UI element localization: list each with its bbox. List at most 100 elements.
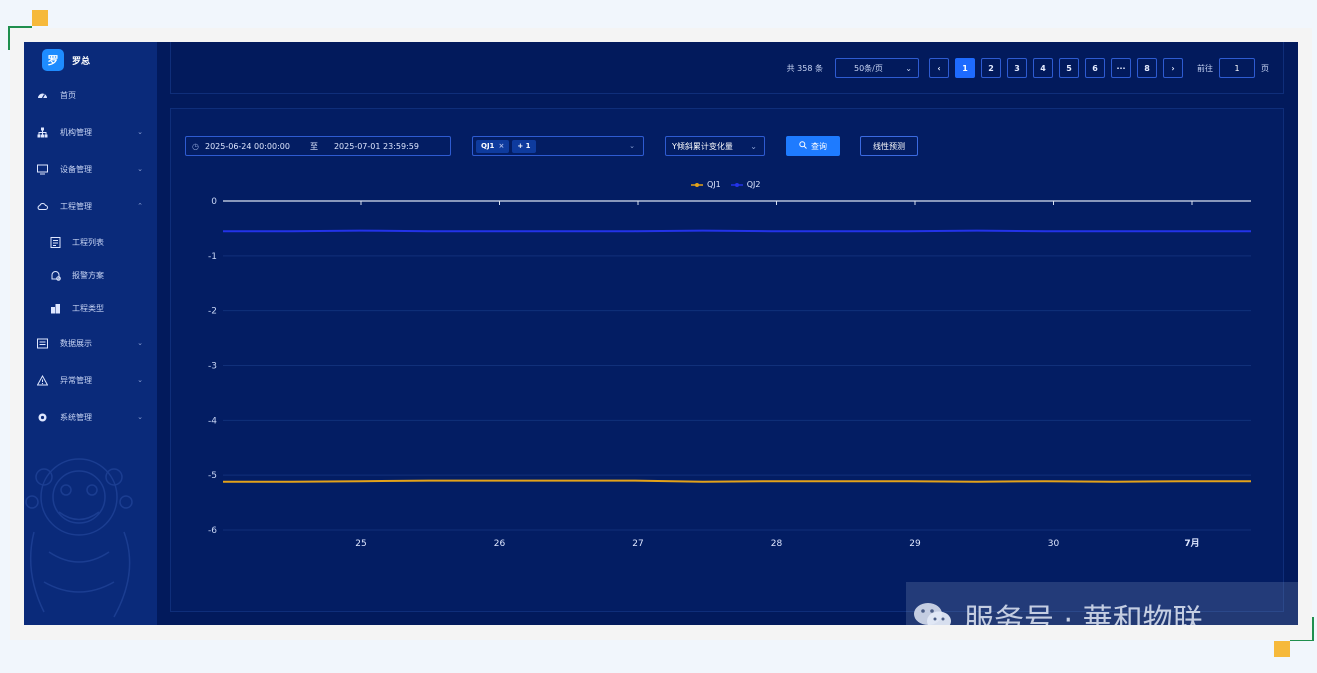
sidebar-item-projects[interactable]: 工程管理 ⌃ bbox=[24, 195, 157, 217]
pagination-panel: 共 358 条 50条/页 ⌄ ‹ 1 2 3 4 5 6 ··· 8 › 前往… bbox=[170, 42, 1284, 94]
x-tick-label: 25 bbox=[355, 539, 366, 549]
watermark-text: 服务号 · 華和物联 bbox=[964, 603, 1203, 625]
brand-logo-icon: 罗 bbox=[42, 49, 64, 71]
more-tags-badge: + 1 bbox=[512, 139, 536, 153]
query-button[interactable]: 查询 bbox=[786, 136, 840, 156]
sidebar-item-label: 设备管理 bbox=[60, 164, 92, 174]
start-time: 2025-06-24 00:00:00 bbox=[204, 141, 290, 151]
x-tick-label: 29 bbox=[909, 539, 921, 549]
chevron-down-icon: ⌄ bbox=[750, 141, 757, 151]
app-window: 罗 罗总 首页 机构管理 ⌄ 设备管理 ⌄ 工程管理 ⌃ 工程列表 报警方案 工… bbox=[24, 42, 1298, 625]
gear-icon bbox=[37, 412, 48, 423]
goto-page-input[interactable]: 1 bbox=[1219, 58, 1255, 78]
cloud-icon bbox=[37, 201, 48, 212]
metric-select[interactable]: Y倾斜累计变化量 ⌄ bbox=[665, 136, 765, 156]
chevron-down-icon: ⌄ bbox=[905, 63, 912, 73]
sidebar-item-system[interactable]: 系统管理 ⌄ bbox=[24, 406, 157, 428]
dashboard-icon bbox=[37, 90, 48, 101]
series-line-qj1 bbox=[223, 479, 1251, 483]
series-line-qj2 bbox=[223, 229, 1251, 233]
sidebar-item-label: 工程列表 bbox=[72, 237, 104, 247]
clock-icon: ◷ bbox=[192, 141, 199, 151]
sidebar-item-label: 报警方案 bbox=[72, 270, 104, 280]
alarm-icon bbox=[50, 270, 61, 281]
sidebar: 罗 罗总 首页 机构管理 ⌄ 设备管理 ⌄ 工程管理 ⌃ 工程列表 报警方案 工… bbox=[24, 42, 157, 625]
decor-square-yellow bbox=[32, 10, 48, 26]
sidebar-item-label: 异常管理 bbox=[60, 375, 92, 385]
page-size-select[interactable]: 50条/页 ⌄ bbox=[835, 58, 919, 78]
y-tick-label: -3 bbox=[208, 362, 217, 372]
sidebar-item-home[interactable]: 首页 bbox=[24, 84, 157, 106]
linear-forecast-button[interactable]: 线性预测 bbox=[860, 136, 918, 156]
warning-icon bbox=[37, 374, 48, 386]
y-tick-label: -2 bbox=[208, 307, 217, 317]
sensor-multi-select[interactable]: QJ1 × + 1 ⌄ bbox=[472, 136, 644, 156]
sidebar-item-label: 工程类型 bbox=[72, 303, 104, 313]
sidebar-item-label: 机构管理 bbox=[60, 127, 92, 137]
page-size-value: 50条/页 bbox=[854, 63, 883, 73]
sensor-tag-label: QJ1 bbox=[481, 142, 495, 150]
org-icon bbox=[37, 127, 48, 138]
chart-panel: ◷ 2025-06-24 00:00:00 至 2025-07-01 23:59… bbox=[170, 108, 1284, 612]
end-time: 2025-07-01 23:59:59 bbox=[333, 141, 419, 151]
page-button[interactable]: 3 bbox=[1007, 58, 1027, 78]
brand-name: 罗总 bbox=[72, 56, 91, 67]
sidebar-item-project-list[interactable]: 工程列表 bbox=[24, 231, 157, 253]
y-tick-label: -5 bbox=[208, 471, 217, 481]
chevron-down-icon: ⌄ bbox=[137, 413, 143, 421]
wechat-icon bbox=[914, 603, 951, 625]
chevron-down-icon: ⌄ bbox=[137, 128, 143, 136]
sidebar-item-project-type[interactable]: 工程类型 bbox=[24, 297, 157, 319]
sidebar-item-devices[interactable]: 设备管理 ⌄ bbox=[24, 158, 157, 180]
sidebar-item-label: 系统管理 bbox=[60, 412, 92, 422]
watermark: 服务号 · 華和物联 bbox=[912, 593, 1292, 625]
list-icon bbox=[50, 236, 61, 248]
page-button[interactable]: 1 bbox=[955, 58, 975, 78]
x-tick-label: 28 bbox=[771, 539, 783, 549]
page-button[interactable]: 5 bbox=[1059, 58, 1079, 78]
chevron-down-icon: ⌄ bbox=[137, 165, 143, 173]
chevron-down-icon: ⌄ bbox=[137, 339, 143, 347]
brand[interactable]: 罗 罗总 bbox=[42, 49, 90, 71]
x-tick-label: 26 bbox=[494, 539, 506, 549]
sidebar-item-label: 数据展示 bbox=[60, 338, 92, 348]
sidebar-item-data-display[interactable]: 数据展示 ⌄ bbox=[24, 332, 157, 354]
monitor-icon bbox=[37, 164, 48, 175]
range-separator: 至 bbox=[309, 141, 318, 151]
sidebar-item-label: 工程管理 bbox=[60, 201, 92, 211]
sensor-tag: QJ1 × bbox=[476, 139, 510, 153]
y-tick-label: -1 bbox=[208, 252, 217, 262]
y-tick-label: -4 bbox=[208, 416, 217, 426]
total-count: 共 358 条 bbox=[786, 63, 823, 73]
x-tick-label: 7月 bbox=[1184, 538, 1199, 549]
y-tick-label: 0 bbox=[211, 197, 217, 207]
next-page-button[interactable]: › bbox=[1163, 58, 1183, 78]
chevron-up-icon: ⌃ bbox=[137, 202, 143, 210]
more-pages-button[interactable]: ··· bbox=[1111, 58, 1131, 78]
page-button[interactable]: 8 bbox=[1137, 58, 1157, 78]
y-tick-label: -6 bbox=[208, 526, 217, 536]
page-button[interactable]: 2 bbox=[981, 58, 1001, 78]
sidebar-item-org[interactable]: 机构管理 ⌄ bbox=[24, 121, 157, 143]
prev-page-button[interactable]: ‹ bbox=[929, 58, 949, 78]
date-range-picker[interactable]: ◷ 2025-06-24 00:00:00 至 2025-07-01 23:59… bbox=[185, 136, 451, 156]
page-button[interactable]: 6 bbox=[1085, 58, 1105, 78]
chevron-down-icon: ⌄ bbox=[137, 376, 143, 384]
search-icon bbox=[799, 141, 807, 151]
metric-value: Y倾斜累计变化量 bbox=[672, 141, 733, 151]
sidebar-item-alarm-plan[interactable]: 报警方案 bbox=[24, 264, 157, 286]
close-icon[interactable]: × bbox=[498, 142, 504, 150]
chevron-down-icon: ⌄ bbox=[629, 142, 635, 150]
page-button[interactable]: 4 bbox=[1033, 58, 1053, 78]
x-tick-label: 27 bbox=[632, 539, 643, 549]
sidebar-item-exceptions[interactable]: 异常管理 ⌄ bbox=[24, 369, 157, 391]
x-tick-label: 30 bbox=[1048, 539, 1060, 549]
pagination: 共 358 条 50条/页 ⌄ ‹ 1 2 3 4 5 6 ··· 8 › 前往… bbox=[787, 58, 1269, 78]
query-button-label: 查询 bbox=[811, 141, 827, 151]
goto-label: 前往 bbox=[1197, 63, 1213, 73]
goto-suffix: 页 bbox=[1261, 63, 1269, 73]
line-chart: 0 -1 -2 -3 -4 -5 -6 25 26 27 28 29 30 7月 bbox=[208, 197, 1251, 549]
data-icon bbox=[37, 338, 48, 349]
decor-square-yellow bbox=[1274, 641, 1290, 657]
lion-watermark-icon bbox=[25, 458, 133, 618]
